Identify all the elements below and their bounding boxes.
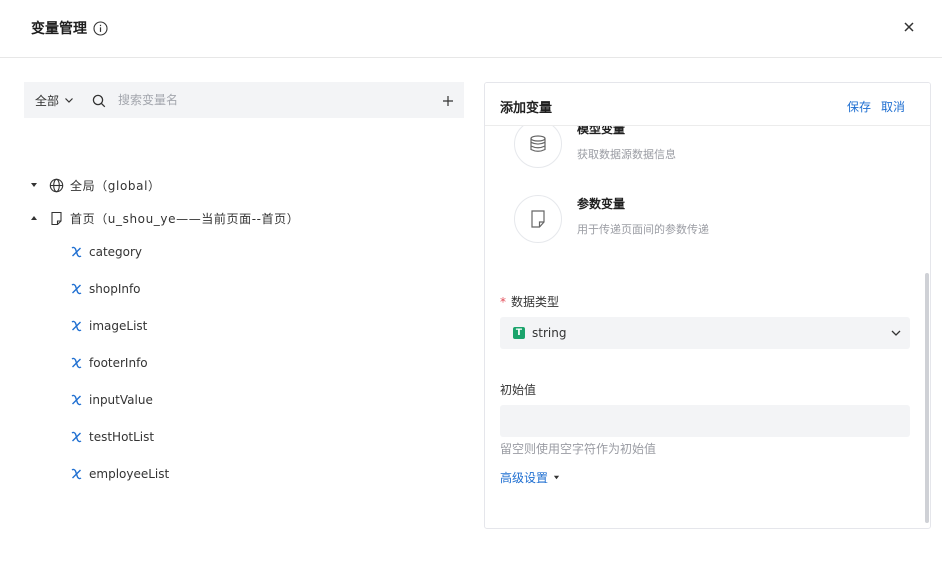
advanced-settings-label: 高级设置 — [500, 471, 549, 485]
close-button[interactable] — [900, 18, 918, 36]
dialog-header: 变量管理 — [0, 0, 942, 58]
search-input[interactable] — [118, 93, 399, 107]
caret-down-icon — [553, 475, 560, 480]
database-icon — [514, 120, 562, 168]
add-variable-title: 添加变量 — [500, 101, 553, 116]
add-variable-header: 添加变量 保存 取消 — [485, 83, 930, 126]
variable-label: testHotList — [89, 430, 155, 444]
variable-item[interactable]: testHotList — [70, 427, 154, 447]
dialog-title: 变量管理 — [31, 18, 108, 38]
info-icon[interactable] — [93, 20, 108, 36]
dialog-title-text: 变量管理 — [31, 21, 87, 37]
type-badge-icon: T — [513, 327, 525, 339]
option-desc: 获取数据源数据信息 — [577, 148, 676, 161]
save-button[interactable]: 保存 — [847, 98, 871, 115]
option-model-variable[interactable]: 模型变量 获取数据源数据信息 — [514, 120, 676, 168]
variable-item[interactable]: shopInfo — [70, 279, 141, 299]
option-desc: 用于传递页面间的参数传递 — [577, 223, 709, 236]
search-icon — [92, 93, 106, 108]
option-name: 参数变量 — [577, 197, 626, 211]
globe-icon — [49, 178, 64, 193]
variable-label: employeeList — [89, 467, 170, 481]
tree-node-page[interactable]: 首页（u_shou_ye——当前页面--首页） — [24, 207, 299, 229]
data-type-select[interactable]: T string — [500, 317, 910, 349]
scope-label: 全部 — [35, 93, 60, 108]
option-text: 模型变量 获取数据源数据信息 — [577, 120, 676, 162]
variable-label: footerInfo — [89, 356, 148, 370]
initial-value-hint: 留空则使用空字符作为初始值 — [500, 442, 657, 456]
variable-tree-panel: 全部 全局（global） 首页（u_sho — [24, 82, 464, 481]
add-variable-panel: 添加变量 保存 取消 模型变量 获取数据源数据信息 参数变量 用于传递页面间的参… — [484, 82, 931, 529]
data-type-label: * 数据类型 — [500, 293, 559, 310]
variable-label: imageList — [89, 319, 148, 333]
close-icon — [904, 22, 914, 32]
chevron-down-icon — [891, 330, 901, 336]
data-type-label-text: 数据类型 — [511, 295, 560, 309]
chevron-down-icon — [65, 98, 73, 103]
initial-value-input[interactable] — [500, 405, 910, 437]
add-variable-button[interactable] — [441, 93, 455, 107]
caret-down-icon[interactable] — [28, 179, 40, 191]
variable-icon — [70, 467, 83, 481]
cancel-button[interactable]: 取消 — [881, 98, 905, 115]
variable-item[interactable]: imageList — [70, 316, 147, 336]
variable-icon — [70, 393, 83, 407]
variable-label: shopInfo — [89, 282, 141, 296]
tree-node-global[interactable]: 全局（global） — [24, 174, 161, 196]
required-mark: * — [500, 295, 506, 309]
variable-item[interactable]: footerInfo — [70, 353, 148, 373]
option-text: 参数变量 用于传递页面间的参数传递 — [577, 195, 709, 237]
initial-value-label: 初始值 — [500, 383, 537, 397]
tree-node-page-label: 首页（u_shou_ye——当前页面--首页） — [70, 211, 300, 226]
variable-icon — [70, 245, 83, 259]
variable-item[interactable]: inputValue — [70, 390, 153, 410]
plus-icon — [443, 96, 453, 106]
variable-icon — [70, 282, 83, 296]
variable-label: inputValue — [89, 393, 153, 407]
page-icon — [49, 211, 64, 226]
variable-label: category — [89, 245, 143, 259]
variable-item[interactable]: employeeList — [70, 464, 169, 484]
variable-icon — [70, 319, 83, 333]
option-param-variable[interactable]: 参数变量 用于传递页面间的参数传递 — [514, 195, 709, 243]
advanced-settings-toggle[interactable]: 高级设置 — [500, 469, 560, 486]
tree-node-global-label: 全局（global） — [70, 178, 161, 193]
caret-up-icon[interactable] — [28, 212, 40, 224]
document-icon — [514, 195, 562, 243]
panel-scrollbar[interactable] — [925, 273, 929, 523]
tree-toolbar: 全部 — [24, 82, 464, 118]
variable-item[interactable]: category — [70, 242, 142, 262]
scope-dropdown[interactable]: 全部 — [35, 92, 74, 109]
variable-icon — [70, 430, 83, 444]
variable-icon — [70, 356, 83, 370]
data-type-value: string — [532, 326, 567, 340]
